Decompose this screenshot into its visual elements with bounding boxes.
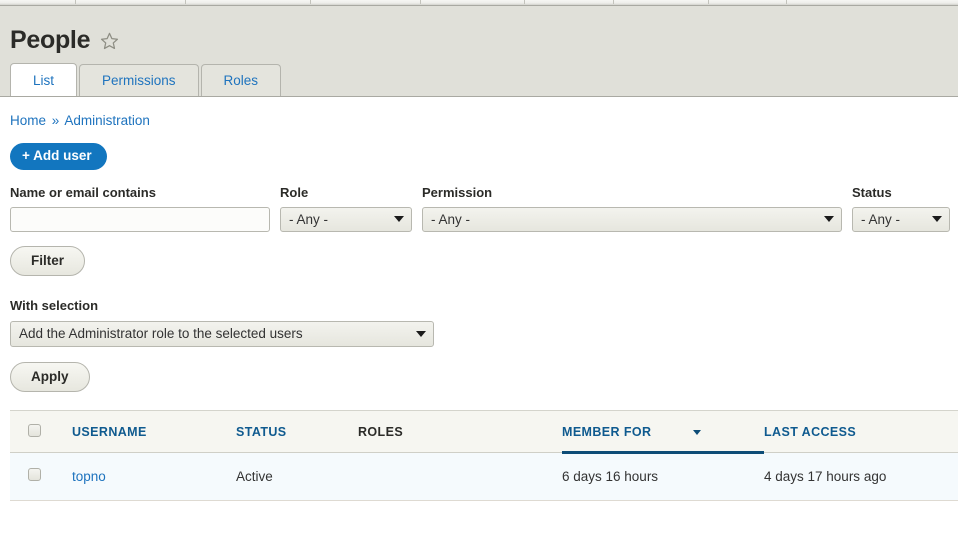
role-select-value: - Any - xyxy=(289,211,329,227)
apply-button-row: Apply xyxy=(0,347,958,393)
filter-permission-label: Permission xyxy=(422,184,493,200)
sort-descending-icon xyxy=(693,429,702,435)
main-content: Home » Administration + Add user Name or… xyxy=(0,97,958,502)
column-header-status[interactable]: STATUS xyxy=(236,410,358,454)
tab-roles[interactable]: Roles xyxy=(200,64,282,96)
permission-select[interactable]: - Any - xyxy=(422,206,842,232)
column-header-status-label[interactable]: STATUS xyxy=(236,425,287,439)
status-select-value: - Any - xyxy=(861,211,901,227)
select-all-header xyxy=(10,410,72,454)
bulk-action-select[interactable]: Add the Administrator role to the select… xyxy=(10,320,434,347)
filter-status-label: Status xyxy=(852,184,892,200)
table-body: topno Active 6 days 16 hours 4 days 17 hour… xyxy=(10,452,958,502)
column-header-member-for-label[interactable]: MEMBER FOR xyxy=(562,425,651,439)
search-input[interactable] xyxy=(10,206,270,232)
status-select[interactable]: - Any - xyxy=(852,206,950,232)
tab-label: Permissions xyxy=(102,73,176,88)
filter-bar: Name or email contains Role - Any - Perm… xyxy=(0,170,958,232)
bulk-action-value: Add the Administrator role to the select… xyxy=(19,326,303,342)
table-head: USERNAME STATUS ROLES MEMBER FOR LAST AC… xyxy=(10,410,958,455)
cell-member-for: 6 days 16 hours xyxy=(562,452,764,502)
cell-status: Active xyxy=(236,452,358,502)
bulk-actions: With selection Add the Administrator rol… xyxy=(0,276,958,347)
people-table: USERNAME STATUS ROLES MEMBER FOR LAST AC… xyxy=(10,410,958,502)
toolbar-separator-4 xyxy=(524,0,525,4)
cell-last-access: 4 days 17 hours ago xyxy=(764,452,958,502)
role-select[interactable]: - Any - xyxy=(280,206,412,232)
cell-last-access-text: 4 days 17 hours ago xyxy=(764,468,887,484)
toolbar-separator-0 xyxy=(75,0,76,4)
table-header-row: USERNAME STATUS ROLES MEMBER FOR LAST AC… xyxy=(10,410,958,455)
toolbar-separator-5 xyxy=(613,0,614,4)
cell-status-text: Active xyxy=(236,468,273,484)
filter-button[interactable]: Filter xyxy=(10,245,86,277)
toolbar-separator-1 xyxy=(185,0,186,4)
column-header-member-for[interactable]: MEMBER FOR xyxy=(562,410,764,455)
tab-list[interactable]: List xyxy=(10,63,78,96)
chevron-down-icon xyxy=(416,330,426,337)
action-links: + Add user xyxy=(0,128,958,170)
apply-button[interactable]: Apply xyxy=(10,361,90,393)
permission-select-value: - Any - xyxy=(431,211,471,227)
add-user-button[interactable]: + Add user xyxy=(10,143,107,170)
column-header-username-label[interactable]: USERNAME xyxy=(72,425,147,439)
column-header-roles: ROLES xyxy=(358,410,562,454)
select-all-checkbox[interactable] xyxy=(28,424,41,438)
breadcrumb-item-home[interactable]: Home xyxy=(10,113,46,128)
breadcrumb-item-administration[interactable]: Administration xyxy=(64,113,150,128)
people-table-wrapper: USERNAME STATUS ROLES MEMBER FOR LAST AC… xyxy=(0,392,958,502)
filter-role-label: Role xyxy=(280,184,309,200)
star-outline-icon[interactable] xyxy=(100,31,119,50)
toolbar-separator-3 xyxy=(420,0,421,4)
breadcrumb: Home » Administration xyxy=(0,97,958,128)
toolbar-separator-2 xyxy=(310,0,311,4)
row-checkbox[interactable] xyxy=(28,468,41,482)
tab-label: List xyxy=(33,72,55,88)
table-row: topno Active 6 days 16 hours 4 days 17 hour… xyxy=(10,452,958,502)
chevron-down-icon xyxy=(824,216,834,223)
cell-member-for-text: 6 days 16 hours xyxy=(562,469,659,485)
tab-permissions[interactable]: Permissions xyxy=(79,64,199,96)
user-link[interactable]: topno xyxy=(72,469,106,484)
cell-username: topno xyxy=(72,452,236,502)
column-header-last-access-label[interactable]: LAST ACCESS xyxy=(764,425,856,439)
toolbar-separator-6 xyxy=(708,0,709,4)
primary-tabs: List Permissions Roles xyxy=(0,63,958,96)
column-header-last-access[interactable]: LAST ACCESS xyxy=(764,410,958,454)
chevron-down-icon xyxy=(932,216,942,223)
row-select-cell xyxy=(10,452,72,502)
breadcrumb-separator: » xyxy=(51,113,60,128)
with-selection-label: With selection xyxy=(10,298,99,314)
filter-button-row: Filter xyxy=(0,232,958,277)
filter-role-group: Role - Any - xyxy=(280,184,412,232)
column-header-roles-label: ROLES xyxy=(358,425,404,440)
admin-toolbar[interactable] xyxy=(0,0,958,6)
toolbar-separator-7 xyxy=(786,0,787,4)
filter-name-label: Name or email contains xyxy=(10,184,156,200)
page-title-row: People xyxy=(0,6,958,63)
cell-roles xyxy=(358,452,562,502)
column-header-username[interactable]: USERNAME xyxy=(72,410,236,454)
tab-label: Roles xyxy=(223,73,259,88)
filter-name-group: Name or email contains xyxy=(10,184,270,232)
page-title: People xyxy=(10,26,91,54)
filter-permission-group: Permission - Any - xyxy=(422,184,842,232)
filter-status-group: Status - Any - xyxy=(852,184,950,232)
chevron-down-icon xyxy=(394,216,404,223)
page-header: People List Permissions Roles xyxy=(0,6,958,97)
